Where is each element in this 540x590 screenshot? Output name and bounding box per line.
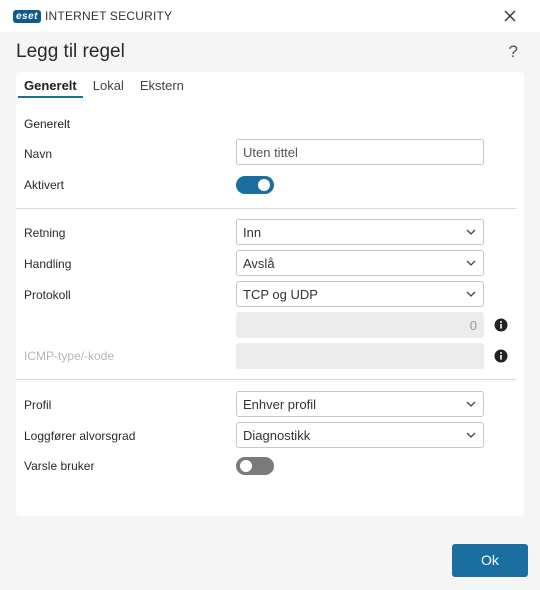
protocol-value: TCP og UDP: [243, 287, 318, 302]
protocol-select[interactable]: TCP og UDP: [236, 281, 484, 307]
title-bar: eset INTERNET SECURITY: [0, 0, 540, 32]
eset-logo: eset INTERNET SECURITY: [13, 9, 172, 23]
rule-panel: Generelt Lokal Ekstern Generelt Navn Ute…: [16, 72, 524, 516]
action-label: Handling: [24, 257, 72, 271]
chevron-down-icon: [466, 401, 476, 407]
tab-general[interactable]: Generelt: [18, 72, 83, 98]
name-label: Navn: [24, 147, 53, 161]
close-icon: [504, 10, 516, 22]
divider: [16, 208, 516, 209]
profile-value: Enhver profil: [243, 397, 316, 412]
protocol-label: Protokoll: [24, 288, 71, 302]
dialog-header: Legg til regel ?: [0, 32, 540, 72]
icmp-label: ICMP-type/-kode: [24, 349, 115, 363]
toggle-knob: [240, 460, 252, 472]
log-severity-select[interactable]: Diagnostikk: [236, 422, 484, 448]
ok-button[interactable]: Ok: [452, 544, 528, 577]
chevron-down-icon: [466, 291, 476, 297]
direction-label: Retning: [24, 226, 66, 240]
tab-local[interactable]: Lokal: [87, 72, 130, 98]
tab-bar: Generelt Lokal Ekstern: [16, 72, 194, 100]
toggle-knob: [258, 179, 270, 191]
info-icon[interactable]: [494, 349, 508, 363]
chevron-down-icon: [466, 432, 476, 438]
help-button[interactable]: ?: [509, 42, 518, 62]
protocol-number-input: 0: [236, 312, 484, 338]
chevron-down-icon: [466, 260, 476, 266]
icmp-input: [236, 343, 484, 369]
divider: [16, 379, 516, 380]
notify-user-toggle[interactable]: [236, 457, 274, 475]
section-title-general: Generelt: [24, 117, 71, 131]
tab-remote[interactable]: Ekstern: [134, 72, 190, 98]
page-title: Legg til regel: [16, 41, 125, 62]
profile-label: Profil: [24, 398, 52, 412]
name-input[interactable]: Uten tittel: [236, 139, 484, 165]
enabled-toggle[interactable]: [236, 176, 274, 194]
close-button[interactable]: [502, 8, 518, 24]
profile-select[interactable]: Enhver profil: [236, 391, 484, 417]
logo-badge: eset: [13, 9, 42, 23]
direction-value: Inn: [243, 225, 262, 240]
chevron-down-icon: [466, 229, 476, 235]
info-icon[interactable]: [494, 318, 508, 332]
direction-select[interactable]: Inn: [236, 219, 484, 245]
notify-user-label: Varsle bruker: [24, 459, 95, 473]
log-severity-label: Loggfører alvorsgrad: [24, 429, 136, 443]
action-value: Avslå: [243, 256, 275, 271]
log-severity-value: Diagnostikk: [243, 428, 311, 443]
enabled-label: Aktivert: [24, 178, 65, 192]
action-select[interactable]: Avslå: [236, 250, 484, 276]
product-name: INTERNET SECURITY: [45, 9, 173, 23]
